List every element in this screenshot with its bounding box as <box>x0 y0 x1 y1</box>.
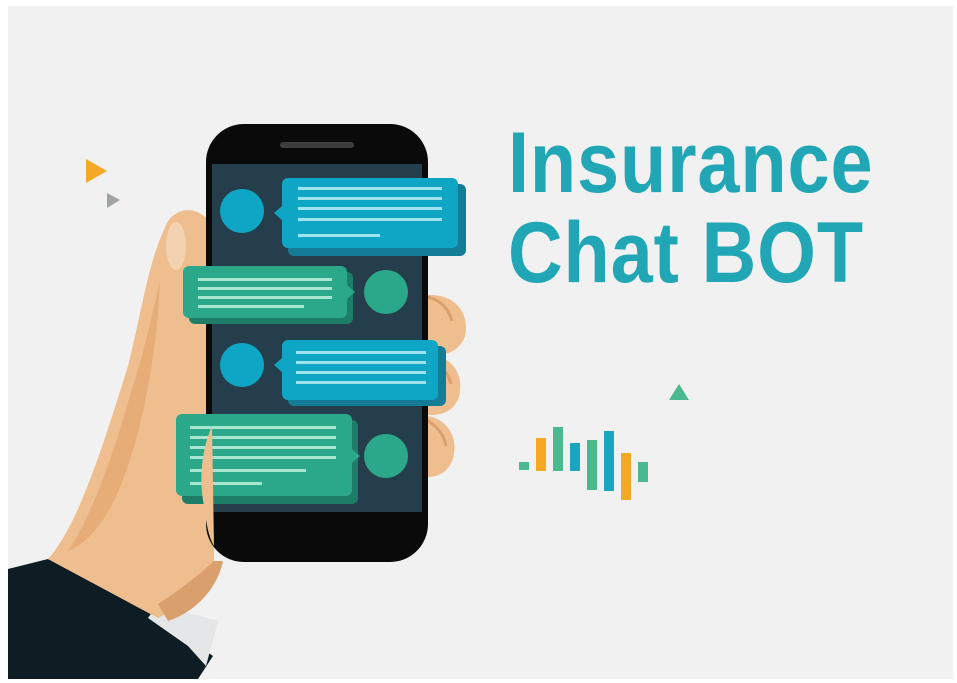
illustration-canvas: Insurance Chat BOT <box>8 6 953 679</box>
bot-avatar-icon <box>220 189 264 233</box>
page-title: Insurance Chat BOT <box>508 118 895 298</box>
title-line-1: Insurance <box>508 115 874 211</box>
play-triangle-orange-icon <box>86 159 107 183</box>
title-line-2: Chat BOT <box>508 205 865 301</box>
chatbot-illustration <box>8 124 689 679</box>
user-avatar-icon <box>364 270 408 314</box>
play-triangle-gray-icon <box>107 193 120 208</box>
user-avatar-icon <box>364 434 408 478</box>
sound-wave-icon <box>519 427 648 500</box>
speaker-grille <box>280 142 354 148</box>
bot-avatar-icon <box>220 343 264 387</box>
up-triangle-green-icon <box>669 384 689 400</box>
